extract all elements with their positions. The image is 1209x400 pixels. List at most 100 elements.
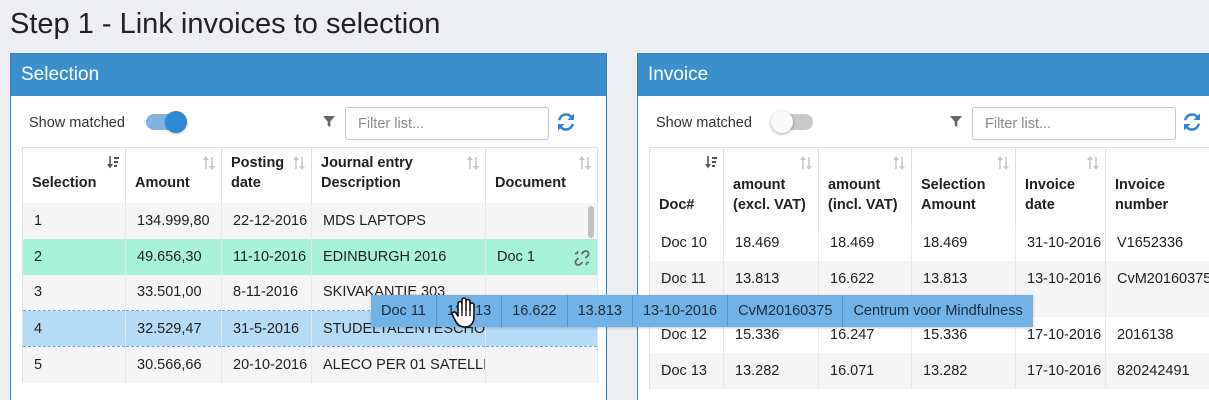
cell-posting-date: 11-10-2016 xyxy=(221,238,312,275)
invoice-filter-input[interactable] xyxy=(972,107,1176,140)
cell-invoice-date: 17-10-2016 xyxy=(1015,352,1106,389)
unlink-icon[interactable] xyxy=(573,249,591,267)
selection-panel: Selection Show matched Filter list... Se… xyxy=(10,53,607,400)
cell-amount: 32.529,47 xyxy=(125,310,222,347)
column-label: Posting date xyxy=(231,154,285,191)
column-header-amount-excl[interactable]: amount (excl. VAT) xyxy=(723,147,819,225)
cell-invoice-date: 31-10-2016 xyxy=(1015,224,1106,261)
cell-amount-incl: 16.622 xyxy=(818,260,912,297)
column-label: Journal entry Description xyxy=(321,154,413,191)
column-label: Invoice date xyxy=(1025,176,1075,213)
table-scrollbar[interactable] xyxy=(588,206,594,238)
show-matched-toggle[interactable] xyxy=(144,110,188,134)
cell-amount: 30.566,66 xyxy=(125,346,222,383)
cell-description: EDINBURGH 2016 xyxy=(311,238,486,275)
selection-header-row: Selection Amount Posting date Journal en… xyxy=(22,147,598,203)
cell-selection: 3 xyxy=(22,274,126,311)
cell-document xyxy=(485,202,598,239)
column-header-doc[interactable]: Doc# xyxy=(649,147,724,225)
show-matched-label: Show matched xyxy=(29,115,125,131)
column-label: Selection xyxy=(32,174,97,191)
toggle-knob xyxy=(165,111,187,133)
column-header-invoice-date[interactable]: Invoice date xyxy=(1015,147,1106,225)
ghost-cell-invoice-date: 13-10-2016 xyxy=(633,295,729,327)
cell-amount: 134.999,80 xyxy=(125,202,222,239)
column-label: Invoice number xyxy=(1115,176,1169,213)
sort-icon[interactable] xyxy=(579,156,591,170)
refresh-icon[interactable] xyxy=(555,111,577,133)
cell-doc: Doc 13 xyxy=(649,352,724,389)
cell-selection: 2 xyxy=(22,238,126,275)
ghost-cell-doc: Doc 11 xyxy=(371,295,437,327)
refresh-icon[interactable] xyxy=(1181,111,1203,133)
filter-icon xyxy=(950,116,962,127)
sort-icon[interactable] xyxy=(997,156,1009,170)
sort-icon[interactable] xyxy=(467,156,479,170)
column-label: amount (incl. VAT) xyxy=(828,176,898,213)
column-header-document[interactable]: Document xyxy=(485,147,598,203)
cell-doc: Doc 11 xyxy=(649,260,724,297)
show-matched-toggle[interactable] xyxy=(771,110,815,134)
cell-document xyxy=(485,346,598,383)
invoice-header-row: Doc# amount (excl. VAT) amount (incl. VA… xyxy=(649,147,1209,225)
table-row[interactable]: Doc 10 18.469 18.469 18.469 31-10-2016 V… xyxy=(649,224,1209,261)
selection-toolbar: Show matched xyxy=(11,96,606,146)
selection-filter-input[interactable] xyxy=(345,107,549,140)
sort-icon[interactable] xyxy=(293,156,305,170)
cell-posting-date: 8-11-2016 xyxy=(221,274,312,311)
cell-posting-date: 22-12-2016 xyxy=(221,202,312,239)
page-title: Step 1 - Link invoices to selection xyxy=(10,8,441,40)
invoice-panel-title: Invoice xyxy=(638,54,1209,96)
cell-amount-incl: 16.071 xyxy=(818,352,912,389)
ghost-cell-supplier: Centrum voor Mindfulness xyxy=(853,303,1023,319)
selection-table: Selection Amount Posting date Journal en… xyxy=(22,147,598,383)
sort-icon[interactable] xyxy=(1087,156,1099,170)
table-row[interactable]: 1 134.999,80 22-12-2016 MDS LAPTOPS xyxy=(22,202,598,239)
ghost-cell-amount-incl: 16.622 xyxy=(502,295,568,327)
column-header-description[interactable]: Journal entry Description xyxy=(311,147,486,203)
sort-icon[interactable] xyxy=(203,156,215,170)
column-header-selection-amount[interactable]: Selection Amount xyxy=(911,147,1016,225)
invoice-table: Doc# amount (excl. VAT) amount (incl. VA… xyxy=(649,147,1209,389)
cell-doc: Doc 10 xyxy=(649,224,724,261)
filter-icon xyxy=(323,116,335,127)
cell-amount: 33.501,00 xyxy=(125,274,222,311)
column-header-amount[interactable]: Amount xyxy=(125,147,222,203)
cell-selection: 5 xyxy=(22,346,126,383)
cell-selection-amount: 13.813 xyxy=(911,260,1016,297)
cell-amount-excl: 13.282 xyxy=(723,352,819,389)
cell-invoice-date: 13-10-2016 xyxy=(1015,260,1106,297)
sort-desc-icon[interactable] xyxy=(107,156,119,170)
cell-selection: 1 xyxy=(22,202,126,239)
column-header-selection[interactable]: Selection xyxy=(22,147,126,203)
sort-desc-icon[interactable] xyxy=(705,156,717,170)
cell-invoice-number: 820242491 xyxy=(1105,352,1209,389)
column-header-invoice-number[interactable]: Invoice number xyxy=(1105,147,1209,225)
cell-invoice-number: CvM20160375 xyxy=(1105,260,1209,297)
cell-posting-date: 31-5-2016 xyxy=(221,310,312,347)
ghost-cell-invoice-number: CvM20160375 xyxy=(728,295,844,327)
column-label: Doc# xyxy=(659,196,695,213)
column-header-posting-date[interactable]: Posting date xyxy=(221,147,312,203)
column-header-amount-incl[interactable]: amount (incl. VAT) xyxy=(818,147,912,225)
cell-amount-incl: 18.469 xyxy=(818,224,912,261)
invoice-panel: Invoice Show matched Filter list... Doc#… xyxy=(637,53,1209,400)
cell-invoice-number: V1652336 xyxy=(1105,224,1209,261)
hand-grab-cursor-icon xyxy=(451,297,475,328)
table-row[interactable]: Doc 13 13.282 16.071 13.282 17-10-2016 8… xyxy=(649,352,1209,389)
table-row[interactable]: 2 49.656,30 11-10-2016 EDINBURGH 2016 Do… xyxy=(22,238,598,275)
cell-selection-amount: 18.469 xyxy=(911,224,1016,261)
selection-panel-title: Selection xyxy=(11,54,606,96)
cell-invoice-number: 2016138 xyxy=(1105,316,1209,353)
invoice-toolbar: Show matched xyxy=(638,96,1209,146)
cell-selection-amount: 13.282 xyxy=(911,352,1016,389)
table-row[interactable]: Doc 11 13.813 16.622 13.813 13-10-2016 C… xyxy=(649,260,1209,297)
cell-description: MDS LAPTOPS xyxy=(311,202,486,239)
sort-icon[interactable] xyxy=(893,156,905,170)
table-row[interactable]: 5 30.566,66 20-10-2016 ALECO PER 01 SATE… xyxy=(22,346,598,383)
column-label: Selection Amount xyxy=(921,176,986,213)
ghost-cell-selection-amount: 13.813 xyxy=(568,295,633,327)
cell-selection: 4 xyxy=(22,310,126,347)
sort-icon[interactable] xyxy=(800,156,812,170)
show-matched-label: Show matched xyxy=(656,115,752,131)
